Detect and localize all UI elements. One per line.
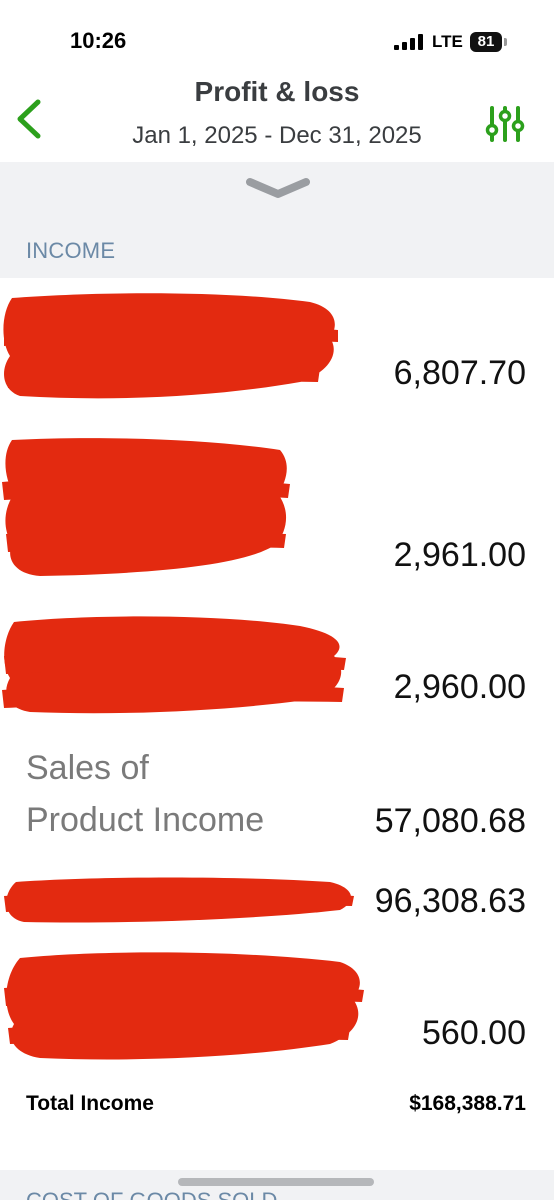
report-header: Profit & loss Jan 1, 2025 - Dec 31, 2025 — [0, 74, 554, 163]
row-amount: 6,807.70 — [393, 354, 526, 392]
redaction-mark — [4, 877, 354, 923]
redaction-mark — [4, 952, 364, 1060]
redaction-mark — [3, 293, 338, 399]
status-bar: 10:26 LTE 81 — [0, 0, 554, 78]
signal-icon — [394, 34, 423, 50]
row-label-line2: Product Income — [26, 801, 265, 839]
chevron-down-icon[interactable] — [244, 176, 312, 202]
battery-icon: 81 — [470, 32, 510, 52]
row-amount: 57,080.68 — [374, 802, 526, 840]
status-time: 10:26 — [70, 28, 127, 53]
profit-loss-screen: 10:26 LTE 81 Profit & loss Jan 1, 2025 -… — [0, 0, 554, 1200]
row-amount: 2,960.00 — [393, 668, 526, 706]
page-title: Profit & loss — [194, 76, 360, 107]
row-amount: 96,308.63 — [374, 882, 526, 920]
total-income-label: Total Income — [26, 1092, 154, 1115]
sliders-icon[interactable] — [484, 104, 526, 144]
cogs-section-label: COST OF GOODS SOLD — [26, 1188, 277, 1200]
row-amount: 2,961.00 — [393, 536, 526, 574]
date-range[interactable]: Jan 1, 2025 - Dec 31, 2025 — [0, 122, 554, 150]
row-amount: 560.00 — [422, 1014, 526, 1052]
redaction-mark — [2, 616, 346, 714]
section-header: INCOME — [0, 162, 554, 278]
network-type: LTE — [432, 32, 463, 51]
home-indicator[interactable] — [178, 1178, 374, 1186]
battery-tip — [504, 38, 507, 46]
redaction-mark — [2, 438, 290, 576]
battery-level: 81 — [470, 32, 502, 52]
income-section-label: INCOME — [26, 238, 116, 263]
total-income-value: $168,388.71 — [409, 1092, 526, 1115]
row-label-line1: Sales of — [26, 749, 149, 787]
